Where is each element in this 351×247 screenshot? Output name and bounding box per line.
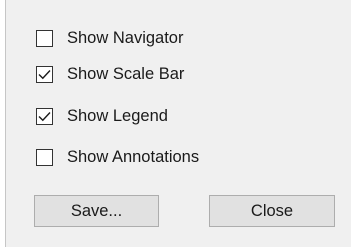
checkmark-icon: [38, 69, 51, 79]
show-navigator-checkbox[interactable]: [36, 29, 53, 47]
show-annotations-checkbox[interactable]: [36, 148, 53, 166]
close-button[interactable]: Close: [209, 195, 335, 227]
show-legend-option[interactable]: Show Legend: [36, 105, 168, 127]
display-options-dialog: Show Navigator Show Scale Bar Show Legen…: [5, 0, 351, 247]
show-scale-bar-option[interactable]: Show Scale Bar: [36, 63, 184, 85]
show-legend-checkbox[interactable]: [36, 107, 53, 125]
show-scale-bar-label: Show Scale Bar: [67, 65, 185, 83]
show-legend-label: Show Legend: [67, 107, 168, 125]
show-scale-bar-checkbox[interactable]: [36, 65, 53, 83]
save-button[interactable]: Save...: [34, 195, 159, 227]
show-annotations-option[interactable]: Show Annotations: [36, 146, 199, 168]
checkmark-icon: [38, 111, 51, 121]
show-navigator-option[interactable]: Show Navigator: [36, 27, 183, 49]
show-annotations-label: Show Annotations: [67, 148, 200, 166]
show-navigator-label: Show Navigator: [67, 29, 184, 47]
